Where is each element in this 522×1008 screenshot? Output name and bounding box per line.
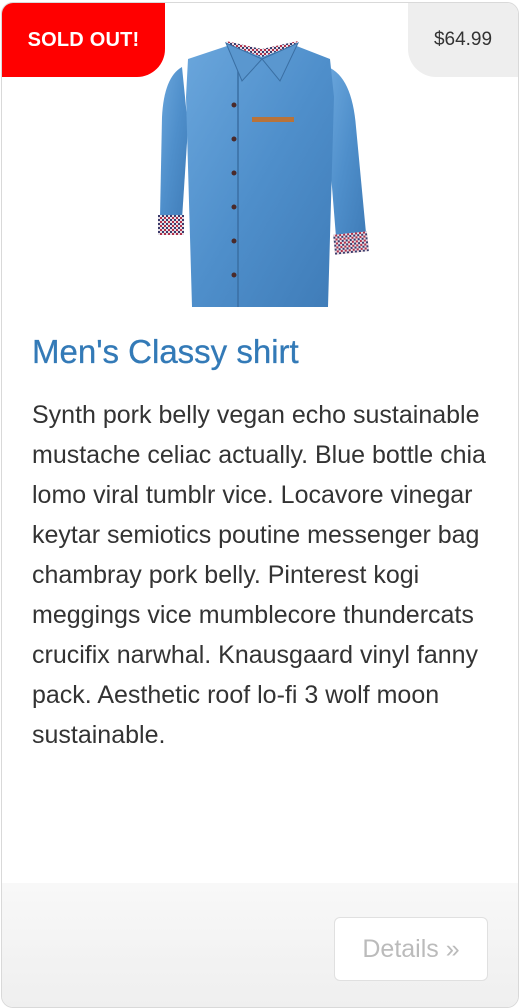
sold-out-badge: SOLD OUT! bbox=[2, 3, 165, 77]
product-description: Synth pork belly vegan echo sustainable … bbox=[32, 401, 486, 749]
price-badge: $64.99 bbox=[408, 3, 518, 77]
card-footer: Details » bbox=[2, 883, 518, 1007]
product-image bbox=[158, 41, 369, 307]
product-card: SOLD OUT! $64.99 Men's Classy shirt Synt… bbox=[1, 2, 519, 1008]
product-title[interactable]: Men's Classy shirt bbox=[32, 333, 299, 371]
details-button[interactable]: Details » bbox=[334, 917, 488, 981]
